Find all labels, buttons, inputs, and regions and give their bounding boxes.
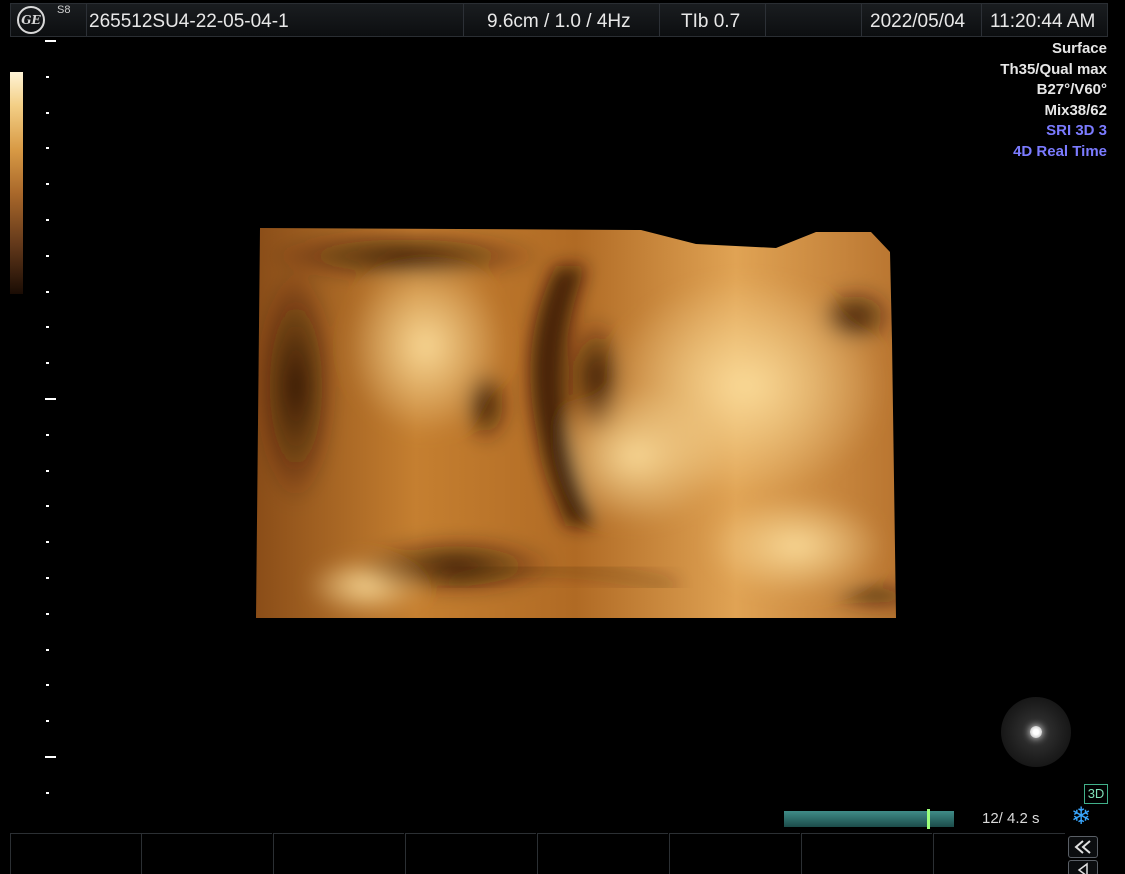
- color-map-bar: [10, 72, 23, 294]
- back-button[interactable]: [1068, 860, 1098, 874]
- depth-tick-major: [45, 756, 56, 758]
- softkey-row: [10, 833, 1065, 874]
- depth-tick-minor: [46, 684, 49, 687]
- depth-tick-minor: [46, 147, 49, 150]
- rendered-3d-volume: [256, 228, 896, 618]
- softkey-2[interactable]: [141, 833, 272, 874]
- mix-ratio: Mix38/62: [1044, 101, 1107, 119]
- depth-tick-minor: [46, 111, 49, 114]
- depth-tick-major: [45, 40, 56, 42]
- depth-tick-minor: [46, 577, 49, 579]
- mode-3d-badge: 3D: [1084, 784, 1108, 804]
- cine-progress-bar[interactable]: [784, 809, 954, 829]
- volume-surface: [256, 228, 896, 618]
- render-mode: Surface: [1051, 40, 1107, 57]
- depth-tick-minor: [46, 362, 49, 365]
- triangle-left-icon: [1077, 862, 1088, 874]
- imaging-parameters: Surface Th35/Qual max B27°/V60° Mix38/62…: [1000, 39, 1107, 163]
- patient-id: 265512SU4-22-05-04-1: [89, 11, 289, 32]
- light-source-icon[interactable]: [1001, 697, 1071, 767]
- probe-label: S8: [57, 4, 71, 16]
- exam-time: 11:20:44 AM: [990, 11, 1096, 32]
- softkey-4[interactable]: [405, 833, 536, 874]
- header-bar: GE S8 265512SU4-22-05-04-1 9.6cm / 1.0 /…: [10, 3, 1108, 37]
- depth-tick-minor: [46, 469, 49, 472]
- cine-frame-info: 12/ 4.2 s: [982, 810, 1040, 827]
- depth-params: 9.6cm / 1.0 / 4Hz: [487, 11, 631, 32]
- light-source-dot: [1030, 726, 1042, 738]
- softkey-7[interactable]: [801, 833, 932, 874]
- exam-date: 2022/05/04: [870, 11, 966, 32]
- volume-angles: B27°/V60°: [1036, 81, 1107, 99]
- depth-tick-minor: [46, 75, 49, 78]
- acquisition-mode: 4D Real Time: [1013, 142, 1107, 160]
- ge-logo-icon: GE: [17, 6, 45, 34]
- depth-tick-minor: [46, 505, 49, 508]
- softkey-8[interactable]: [933, 833, 1065, 874]
- depth-tick-minor: [46, 290, 49, 293]
- softkey-3[interactable]: [273, 833, 404, 874]
- depth-tick-major: [45, 398, 56, 400]
- depth-tick-minor: [46, 219, 49, 221]
- depth-tick-minor: [46, 326, 49, 329]
- depth-tick-minor: [46, 183, 49, 186]
- depth-tick-minor: [46, 791, 49, 794]
- tib-value: TIb 0.7: [681, 11, 741, 32]
- cine-marker[interactable]: [926, 809, 930, 829]
- depth-tick-minor: [46, 612, 49, 615]
- softkey-1[interactable]: [10, 833, 141, 874]
- snowflake-icon[interactable]: ❄: [1068, 804, 1094, 830]
- sri-level: SRI 3D 3: [1046, 122, 1107, 140]
- depth-tick-minor: [46, 433, 49, 436]
- softkey-6[interactable]: [669, 833, 800, 874]
- depth-tick-minor: [46, 254, 49, 257]
- depth-tick-minor: [46, 720, 49, 723]
- softkey-5[interactable]: [537, 833, 668, 874]
- ultrasound-screen: GE S8 265512SU4-22-05-04-1 9.6cm / 1.0 /…: [0, 0, 1125, 874]
- depth-tick-minor: [46, 541, 49, 544]
- rewind-icon: [1074, 840, 1091, 854]
- rewind-button[interactable]: [1068, 836, 1098, 858]
- threshold-quality: Th35/Qual max: [1000, 60, 1107, 78]
- depth-tick-minor: [46, 648, 49, 651]
